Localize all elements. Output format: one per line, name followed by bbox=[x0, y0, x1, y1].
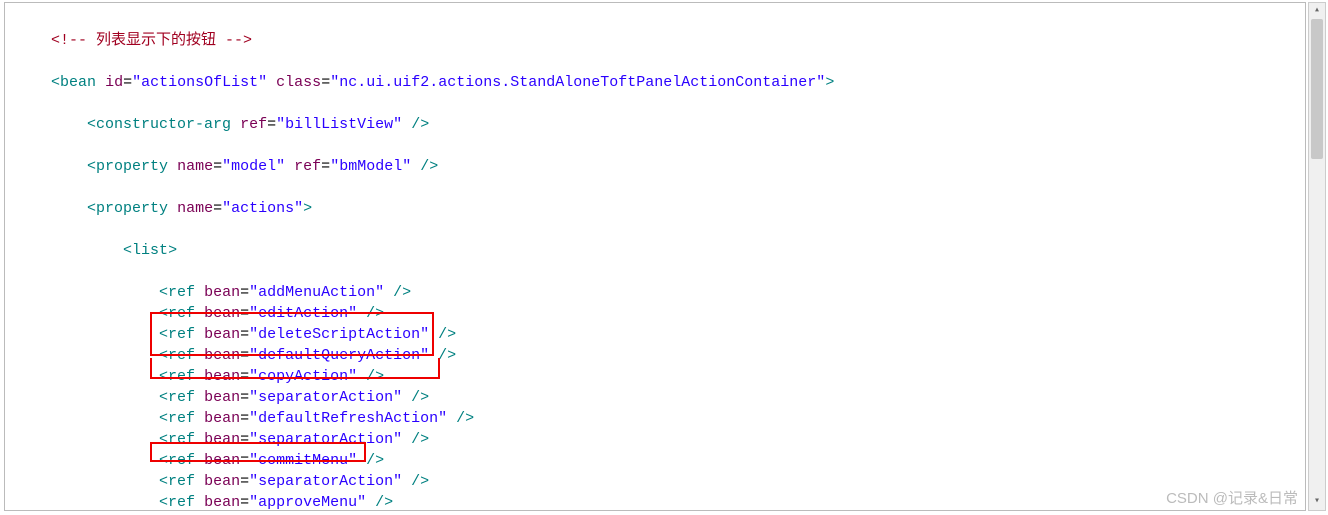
ref-line-deleteScriptAction: <ref bean="deleteScriptAction" /> bbox=[15, 324, 1305, 345]
bean-id-val: actionsOfList bbox=[141, 74, 258, 91]
ref-line-defaultQueryAction: <ref bean="defaultQueryAction" /> bbox=[15, 345, 1305, 366]
code-block: <!-- 列表显示下的按钮 --> <bean id="actionsOfLis… bbox=[4, 2, 1306, 511]
property-actions-line: <property name="actions"> bbox=[15, 198, 1305, 219]
xml-comment: <!-- 列表显示下的按钮 --> bbox=[51, 32, 252, 49]
ref-line-editAction: <ref bean="editAction" /> bbox=[15, 303, 1305, 324]
scrollbar-thumb[interactable] bbox=[1311, 19, 1323, 159]
ref-line-commitMenu: <ref bean="commitMenu" /> bbox=[15, 450, 1305, 471]
ref-line-addMenuAction: <ref bean="addMenuAction" /> bbox=[15, 282, 1305, 303]
ref-line-separatorAction: <ref bean="separatorAction" /> bbox=[15, 429, 1305, 450]
bean-open-line: <bean id="actionsOfList" class="nc.ui.ui… bbox=[15, 72, 1305, 93]
prop1-ref-val: bmModel bbox=[339, 158, 402, 175]
ref-line-defaultRefreshAction: <ref bean="defaultRefreshAction" /> bbox=[15, 408, 1305, 429]
scroll-up-icon[interactable]: ▴ bbox=[1309, 3, 1325, 19]
ref-line-approveMenu: <ref bean="approveMenu" /> bbox=[15, 492, 1305, 511]
property-model-line: <property name="model" ref="bmModel" /> bbox=[15, 156, 1305, 177]
comment-line: <!-- 列表显示下的按钮 --> bbox=[15, 30, 1305, 51]
ref-line-copyAction: <ref bean="copyAction" /> bbox=[15, 366, 1305, 387]
prop2-name-val: actions bbox=[231, 200, 294, 217]
constructor-line: <constructor-arg ref="billListView" /> bbox=[15, 114, 1305, 135]
ref-line-separatorAction: <ref bean="separatorAction" /> bbox=[15, 387, 1305, 408]
vertical-scrollbar[interactable]: ▴ ▾ bbox=[1308, 2, 1326, 511]
prop1-name-val: model bbox=[231, 158, 276, 175]
scroll-down-icon[interactable]: ▾ bbox=[1309, 494, 1325, 510]
list-open-line: <list> bbox=[15, 240, 1305, 261]
ref-line-separatorAction: <ref bean="separatorAction" /> bbox=[15, 471, 1305, 492]
constructor-ref-val: billListView bbox=[285, 116, 393, 133]
bean-class-val: nc.ui.uif2.actions.StandAloneToftPanelAc… bbox=[339, 74, 816, 91]
